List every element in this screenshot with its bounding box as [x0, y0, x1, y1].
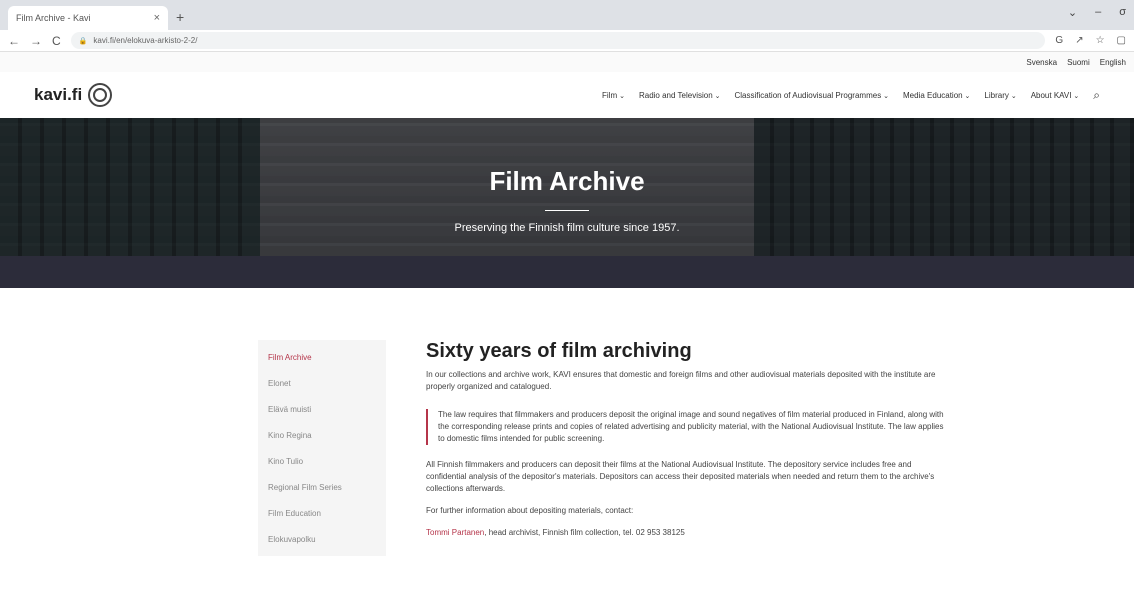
window-controls: ⌄ – σ: [1068, 6, 1126, 19]
address-bar-icons: G ↗ ☆ ▢: [1055, 35, 1126, 46]
sidenav-item-elokuvapolku[interactable]: Elokuvapolku: [258, 526, 386, 552]
hero-bottom-band: [0, 256, 1134, 288]
side-nav: Film Archive Elonet Elävä muisti Kino Re…: [258, 340, 386, 556]
article-blockquote: The law requires that filmmakers and pro…: [426, 409, 946, 445]
new-tab-button[interactable]: +: [176, 9, 184, 25]
lang-suomi-link[interactable]: Suomi: [1067, 58, 1090, 67]
sidepanel-icon[interactable]: ▢: [1117, 35, 1126, 46]
article-title: Sixty years of film archiving: [426, 340, 692, 362]
share-icon[interactable]: ↗: [1075, 35, 1083, 46]
google-icon[interactable]: G: [1055, 35, 1063, 46]
hero-subtitle: Preserving the Finnish film culture sinc…: [454, 222, 680, 234]
sidenav-item-kino-tulio[interactable]: Kino Tulio: [258, 448, 386, 474]
browser-tab[interactable]: Film Archive - Kavi ×: [8, 6, 168, 30]
blockquote-text: The law requires that filmmakers and pro…: [438, 410, 944, 443]
nav-item-classification[interactable]: Classification of Audiovisual Programmes: [734, 91, 889, 100]
sidenav-item-regional-film-series[interactable]: Regional Film Series: [258, 474, 386, 500]
contact-details: , head archivist, Finnish film collectio…: [484, 528, 685, 537]
window-button[interactable]: σ: [1119, 6, 1126, 19]
nav-item-film[interactable]: Film: [602, 91, 625, 100]
site-logo[interactable]: kavi.fi: [34, 83, 113, 107]
search-icon[interactable]: ⌕: [1093, 88, 1100, 103]
lock-icon: 🔒: [78, 37, 88, 45]
sidenav-item-film-education[interactable]: Film Education: [258, 500, 386, 526]
url-input[interactable]: 🔒 kavi.fi/en/elokuva-arkisto-2-2/: [70, 32, 1046, 49]
address-bar-row: ← → C 🔒 kavi.fi/en/elokuva-arkisto-2-2/ …: [0, 30, 1134, 52]
hero-title: Film Archive: [489, 166, 645, 196]
nav-item-about-kavi[interactable]: About KAVI: [1031, 91, 1080, 100]
lang-svenska-link[interactable]: Svenska: [1026, 58, 1057, 67]
nav-item-media-education[interactable]: Media Education: [903, 91, 970, 100]
minimize-button[interactable]: –: [1095, 6, 1101, 19]
hero-banner: Film Archive Preserving the Finnish film…: [0, 118, 1134, 288]
sidenav-item-kino-regina[interactable]: Kino Regina: [258, 422, 386, 448]
lang-english-link[interactable]: English: [1100, 58, 1126, 67]
forward-icon[interactable]: →: [30, 34, 42, 48]
main-article: Sixty years of film archiving In our col…: [426, 340, 946, 556]
sidenav-item-elonet[interactable]: Elonet: [258, 370, 386, 396]
logo-icon: [88, 83, 113, 107]
nav-item-library[interactable]: Library: [984, 91, 1016, 100]
tab-close-icon[interactable]: ×: [154, 12, 160, 24]
article-contact-line: Tommi Partanen, head archivist, Finnish …: [426, 527, 946, 539]
url-text: kavi.fi/en/elokuva-arkisto-2-2/: [93, 36, 198, 45]
hero-divider: [545, 210, 589, 211]
nav-item-radio-television[interactable]: Radio and Television: [639, 91, 721, 100]
article-contact-intro: For further information about depositing…: [426, 506, 634, 515]
main-nav: Film Radio and Television Classification…: [602, 88, 1100, 103]
sidenav-item-elava-muisti[interactable]: Elävä muisti: [258, 396, 386, 422]
language-bar: Svenska Suomi English: [0, 52, 1134, 72]
reload-icon[interactable]: C: [52, 34, 61, 48]
back-icon[interactable]: ←: [8, 34, 20, 48]
logo-text: kavi.fi: [34, 85, 83, 104]
site-header: kavi.fi Film Radio and Television Classi…: [0, 72, 1134, 118]
tab-title: Film Archive - Kavi: [16, 13, 91, 23]
article-intro: In our collections and archive work, KAV…: [426, 370, 936, 391]
contact-name-link[interactable]: Tommi Partanen: [426, 528, 484, 537]
content-area: Film Archive Elonet Elävä muisti Kino Re…: [0, 288, 1134, 556]
browser-tabbar: Film Archive - Kavi × + ⌄ – σ: [0, 0, 1134, 30]
tab-search-icon[interactable]: ⌄: [1068, 6, 1077, 19]
sidenav-item-film-archive[interactable]: Film Archive: [258, 344, 386, 370]
bookmark-star-icon[interactable]: ☆: [1096, 35, 1105, 46]
article-paragraph: All Finnish filmmakers and producers can…: [426, 460, 935, 493]
